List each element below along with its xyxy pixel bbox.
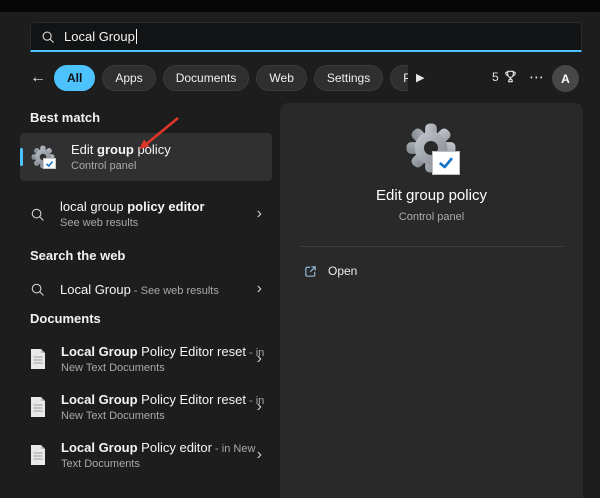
rewards-count: 5 <box>492 70 499 84</box>
tab-documents[interactable]: Documents <box>163 65 250 91</box>
preview-subtitle: Control panel <box>280 211 583 223</box>
best-match-header: Best match <box>30 110 100 125</box>
result-subtitle: See web results <box>60 217 251 229</box>
search-box[interactable]: Local Group <box>30 22 582 52</box>
result-title: Local Group Policy Editor reset - in <box>61 392 251 407</box>
tab-web[interactable]: Web <box>256 65 306 91</box>
chevron-right-icon: › <box>257 447 262 463</box>
chevron-right-icon: › <box>257 281 262 297</box>
result-title: Local Group Policy Editor reset - in <box>61 344 251 359</box>
more-options-button[interactable]: ⋯ <box>529 68 545 86</box>
checkmark-badge-icon <box>43 158 56 169</box>
group-policy-gear-icon-large <box>403 120 461 178</box>
filter-tabs-row: ← All Apps Documents Web Settings People… <box>0 64 600 92</box>
search-icon <box>30 282 45 297</box>
search-web-header: Search the web <box>30 248 125 263</box>
chevron-right-icon: › <box>257 206 262 222</box>
documents-header: Documents <box>30 311 101 326</box>
web-search-texts: Local Group - See web results <box>60 282 251 297</box>
result-location: New Text Documents <box>61 410 251 422</box>
text-cursor <box>136 29 137 44</box>
result-title: Local Group - See web results <box>60 282 251 297</box>
checkmark-badge-icon <box>432 151 460 175</box>
document-texts: Local Group Policy Editor reset - in New… <box>61 392 251 422</box>
divider <box>300 246 563 247</box>
tab-all[interactable]: All <box>54 65 95 91</box>
best-match-texts: Edit group policy Control panel <box>71 142 262 172</box>
avatar[interactable]: A <box>552 65 579 92</box>
result-title: Local Group Policy editor - in New <box>61 440 251 455</box>
chevron-right-icon: › <box>257 399 262 415</box>
open-label: Open <box>328 264 357 278</box>
result-title: local group policy editor <box>60 199 251 214</box>
trophy-icon <box>503 69 518 84</box>
tab-settings[interactable]: Settings <box>314 65 383 91</box>
search-suggestion-result[interactable]: local group policy editor See web result… <box>20 193 272 235</box>
best-match-result[interactable]: Edit group policy Control panel <box>20 133 272 181</box>
search-input[interactable]: Local Group <box>64 29 135 44</box>
open-external-icon <box>303 264 318 279</box>
preview-panel: Edit group policy Control panel Open <box>280 103 583 498</box>
tab-apps[interactable]: Apps <box>102 65 155 91</box>
document-icon <box>30 349 46 369</box>
filter-pills: All Apps Documents Web Settings People F… <box>54 64 408 92</box>
result-subtitle: Control panel <box>71 160 262 172</box>
chevron-right-icon: › <box>257 351 262 367</box>
search-icon <box>30 207 45 222</box>
document-texts: Local Group Policy editor - in New Text … <box>61 440 251 470</box>
tab-people[interactable]: People <box>390 65 408 91</box>
document-result[interactable]: Local Group Policy editor - in New Text … <box>20 434 272 476</box>
rewards-badge[interactable]: 5 <box>492 69 518 84</box>
document-texts: Local Group Policy Editor reset - in New… <box>61 344 251 374</box>
document-result[interactable]: Local Group Policy Editor reset - in New… <box>20 386 272 428</box>
open-action[interactable]: Open <box>292 255 571 287</box>
suggestion-texts: local group policy editor See web result… <box>60 199 251 229</box>
document-icon <box>30 397 46 417</box>
result-location: New Text Documents <box>61 362 251 374</box>
preview-title: Edit group policy <box>280 187 583 204</box>
result-location: Text Documents <box>61 458 251 470</box>
document-icon <box>30 445 46 465</box>
result-title: Edit group policy <box>71 142 262 157</box>
document-result[interactable]: Local Group Policy Editor reset - in New… <box>20 338 272 380</box>
search-window: Local Group ← All Apps Documents Web Set… <box>0 12 600 498</box>
search-icon <box>41 30 55 44</box>
selection-indicator <box>20 148 23 166</box>
more-filters-button[interactable]: ▶ <box>416 71 424 84</box>
windows-search-flyout: Local Group ← All Apps Documents Web Set… <box>0 0 600 498</box>
group-policy-gear-icon <box>30 144 56 170</box>
web-search-result[interactable]: Local Group - See web results › <box>20 274 272 304</box>
back-button[interactable]: ← <box>30 67 46 89</box>
